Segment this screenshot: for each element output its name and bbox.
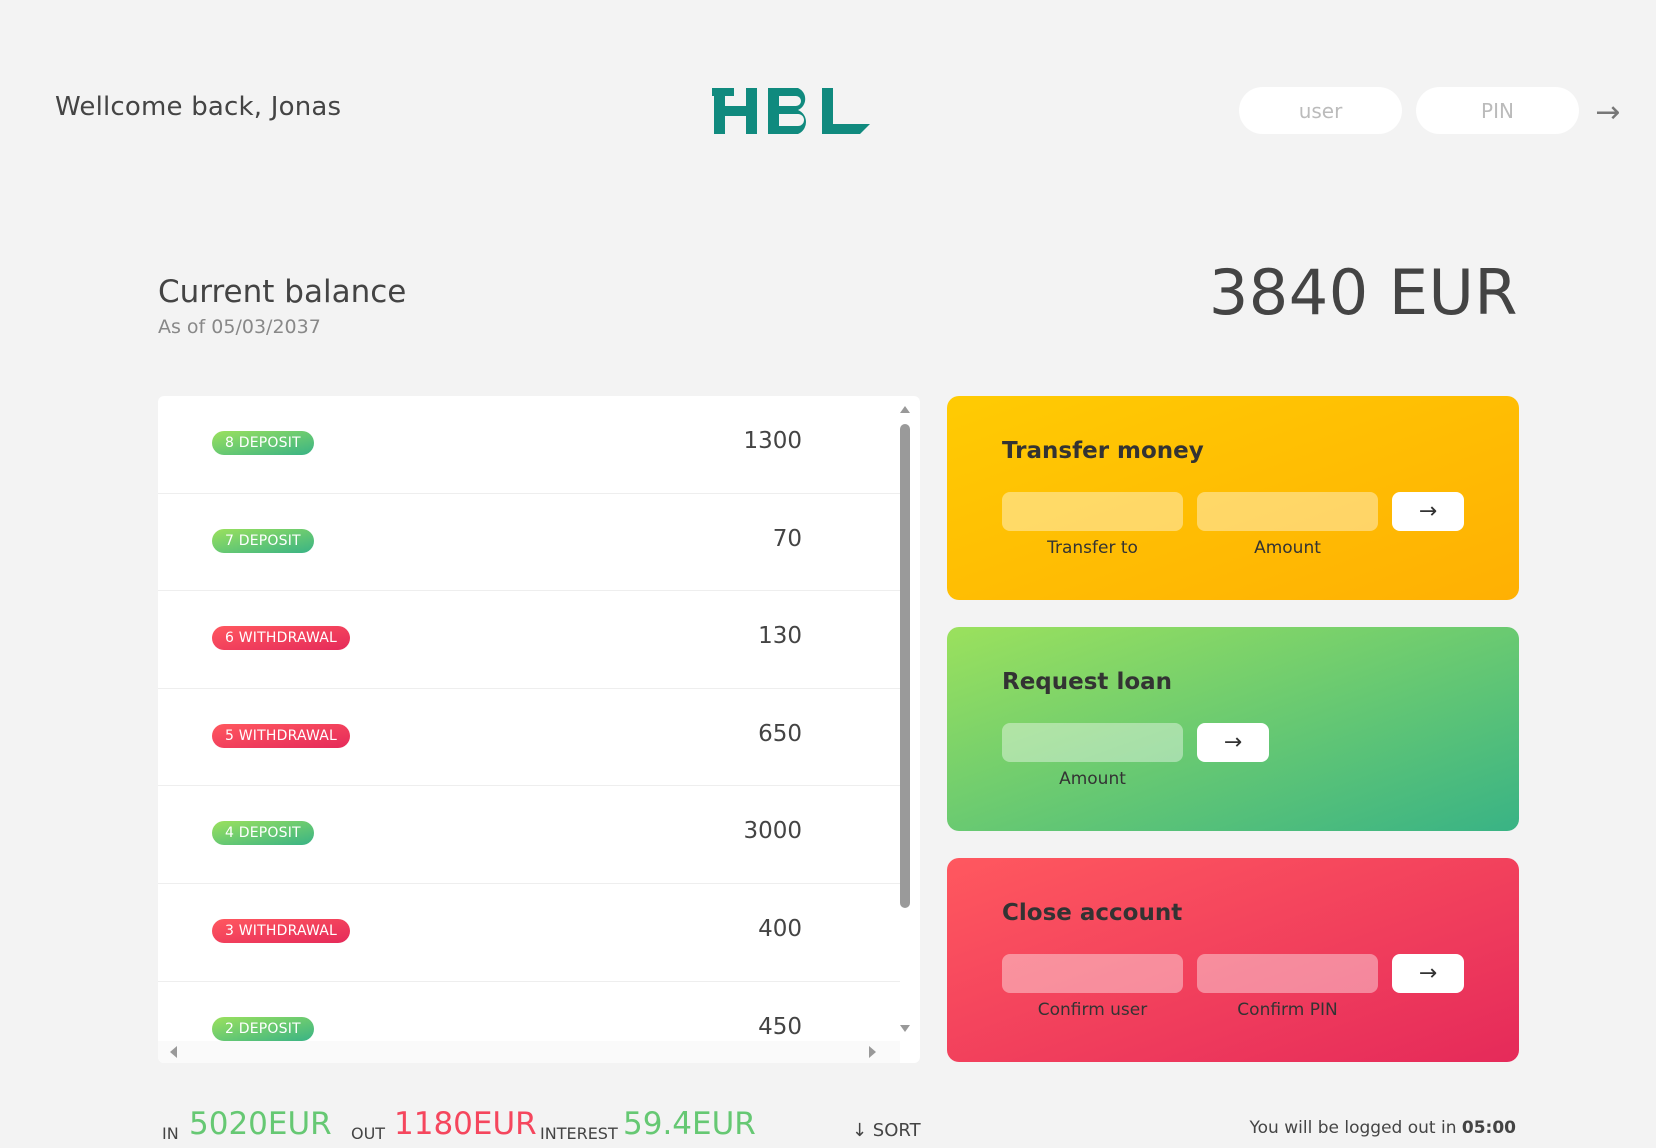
movement-type-badge: 3 withdrawal <box>212 918 351 943</box>
confirm-pin-label: Confirm PIN <box>1237 1000 1338 1020</box>
movement-type-badge: 2 deposit <box>212 1016 314 1041</box>
movement-type-badge: 4 deposit <box>212 821 314 846</box>
close-title: Close account <box>1002 900 1183 926</box>
movement-type-badge: 5 withdrawal <box>212 723 351 748</box>
transfer-amount-label: Amount <box>1254 538 1321 558</box>
loan-submit-button[interactable]: → <box>1197 723 1269 762</box>
loan-amount-input[interactable] <box>1002 723 1183 762</box>
logout-timer-text: You will be logged out in <box>1249 1118 1462 1138</box>
transfer-submit-button[interactable]: → <box>1392 492 1464 531</box>
close-account-panel: Close account → Confirm user Confirm PIN <box>947 858 1519 1062</box>
request-loan-panel: Request loan → Amount <box>947 627 1519 831</box>
movements-panel[interactable]: 8 deposit 1300 7 deposit 70 6 withdrawal 130 5… <box>158 396 920 1063</box>
movement-value: 650 <box>758 720 802 747</box>
hbl-logo <box>712 88 870 134</box>
movement-row: 3 withdrawal 400 <box>158 884 900 982</box>
login-arrow-button[interactable]: → <box>1588 92 1628 132</box>
transfer-title: Transfer money <box>1002 438 1204 464</box>
movement-row: 8 deposit 1300 <box>158 396 900 494</box>
movement-value: 3000 <box>743 818 802 845</box>
movements-list: 8 deposit 1300 7 deposit 70 6 withdrawal 130 5… <box>158 396 900 1043</box>
movement-type-badge: 8 deposit <box>212 431 314 455</box>
movement-row: 2 deposit 450 <box>158 982 900 1043</box>
logout-timer-time: 05:00 <box>1461 1118 1516 1138</box>
movement-type-badge: 7 deposit <box>212 528 314 553</box>
confirm-pin-input[interactable] <box>1197 954 1378 993</box>
movement-type-badge: 6 withdrawal <box>212 626 351 651</box>
horizontal-scrollbar[interactable] <box>158 1041 900 1063</box>
scroll-down-icon[interactable] <box>900 1025 910 1032</box>
movement-value: 400 <box>758 915 802 942</box>
login-pin-input[interactable] <box>1416 87 1579 134</box>
welcome-message: Wellcome back, Jonas <box>55 92 342 122</box>
summary-bar: In 5020EUR Out 1180EUR Interest 59.4EUR … <box>162 1106 922 1148</box>
movement-value: 1300 <box>743 428 802 454</box>
sort-button[interactable]: ↓ SORT <box>852 1120 921 1141</box>
transfer-money-panel: Transfer money → Transfer to Amount <box>947 396 1519 600</box>
movement-value: 130 <box>758 623 802 650</box>
summary-interest-value: 59.4EUR <box>623 1106 756 1142</box>
transfer-to-label: Transfer to <box>1047 538 1138 558</box>
confirm-user-input[interactable] <box>1002 954 1183 993</box>
logout-timer: You will be logged out in 05:00 <box>1250 1118 1516 1138</box>
scroll-left-icon[interactable] <box>170 1046 177 1058</box>
login-user-input[interactable] <box>1239 87 1402 134</box>
summary-in-label: In <box>162 1124 179 1143</box>
balance-date: As of 05/03/2037 <box>158 316 321 338</box>
movement-row: 6 withdrawal 130 <box>158 591 900 689</box>
scroll-right-icon[interactable] <box>869 1046 876 1058</box>
loan-title: Request loan <box>1002 669 1173 695</box>
scroll-up-icon[interactable] <box>900 406 910 413</box>
vertical-scrollbar[interactable] <box>898 404 912 1034</box>
movement-row: 7 deposit 70 <box>158 494 900 592</box>
movement-row: 4 deposit 3000 <box>158 786 900 884</box>
top-nav: Wellcome back, Jonas → <box>0 0 1656 220</box>
transfer-to-input[interactable] <box>1002 492 1183 531</box>
balance-label: Current balance <box>158 274 407 310</box>
summary-out-label: Out <box>351 1124 386 1143</box>
movement-row: 5 withdrawal 650 <box>158 689 900 787</box>
summary-in-value: 5020EUR <box>189 1106 332 1142</box>
summary-out-value: 1180EUR <box>394 1106 537 1142</box>
close-submit-button[interactable]: → <box>1392 954 1464 993</box>
movement-value: 450 <box>758 1013 802 1040</box>
scrollbar-thumb[interactable] <box>900 424 910 908</box>
balance-value: 3840 EUR <box>1208 256 1518 329</box>
summary-interest-label: Interest <box>540 1124 618 1143</box>
confirm-user-label: Confirm user <box>1037 1000 1148 1020</box>
loan-amount-label: Amount <box>1059 769 1126 789</box>
movement-value: 70 <box>772 525 802 552</box>
transfer-amount-input[interactable] <box>1197 492 1378 531</box>
